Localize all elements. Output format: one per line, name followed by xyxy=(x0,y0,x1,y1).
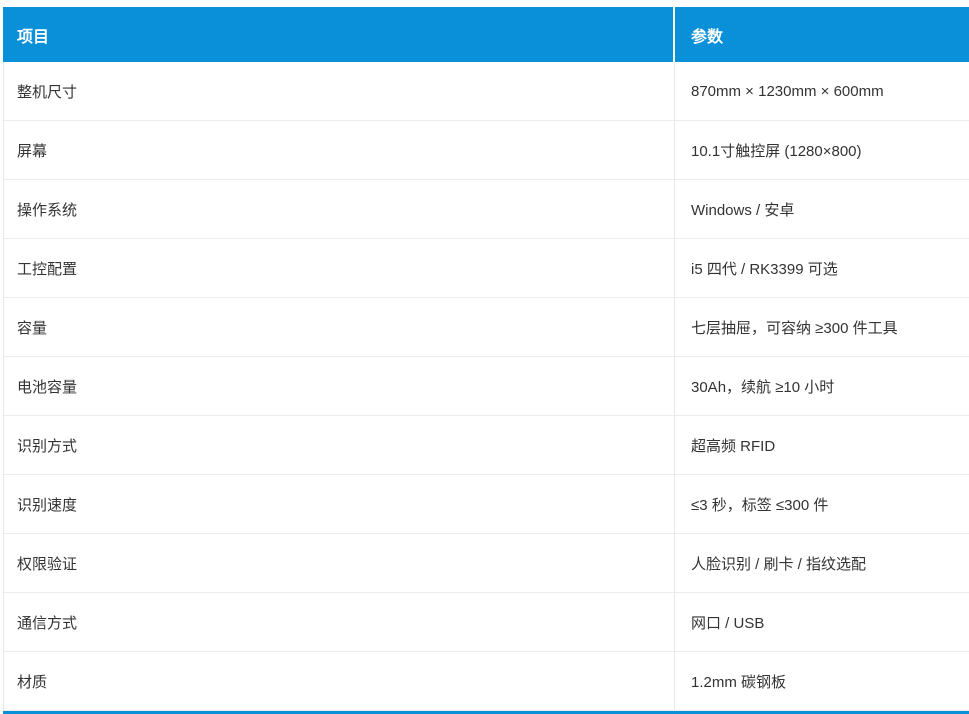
spec-item-label: 权限验证 xyxy=(4,534,675,592)
table-row: 通信方式 网口 / USB xyxy=(4,593,969,652)
spec-item-label: 识别方式 xyxy=(4,416,675,474)
header-cell-item: 项目 xyxy=(3,7,675,62)
table-row: 工控配置 i5 四代 / RK3399 可选 xyxy=(4,239,969,298)
spec-item-label: 材质 xyxy=(4,652,675,710)
table-row: 识别速度 ≤3 秒，标签 ≤300 件 xyxy=(4,475,969,534)
table-row: 材质 1.2mm 碳钢板 xyxy=(4,652,969,711)
spec-param-value: 人脸识别 / 刷卡 / 指纹选配 xyxy=(691,555,867,573)
spec-table: 项目 参数 整机尺寸 870mm × 1230mm × 600mm 屏幕 10.… xyxy=(3,7,969,711)
spec-item-label: 操作系统 xyxy=(4,180,675,238)
spec-param-value: 超高频 RFID xyxy=(691,437,776,455)
spec-item-label: 容量 xyxy=(4,298,675,356)
table-row: 权限验证 人脸识别 / 刷卡 / 指纹选配 xyxy=(4,534,969,593)
table-row: 整机尺寸 870mm × 1230mm × 600mm xyxy=(4,62,969,121)
spec-param-value: 七层抽屉，可容纳 ≥300 件工具 xyxy=(691,319,898,337)
table-row: 识别方式 超高频 RFID xyxy=(4,416,969,475)
table-row: 操作系统 Windows / 安卓 xyxy=(4,180,969,239)
spec-item-label: 屏幕 xyxy=(4,121,675,179)
spec-item-label: 工控配置 xyxy=(4,239,675,297)
table-row: 电池容量 30Ah，续航 ≥10 小时 xyxy=(4,357,969,416)
table-row: 屏幕 10.1寸触控屏 (1280×800) xyxy=(4,121,969,180)
spec-param-value: 10.1寸触控屏 (1280×800) xyxy=(691,142,862,160)
spec-item-label: 电池容量 xyxy=(4,357,675,415)
spec-param-value: 30Ah，续航 ≥10 小时 xyxy=(691,378,835,396)
spec-param-value: 870mm × 1230mm × 600mm xyxy=(691,82,884,100)
spec-param-value: ≤3 秒，标签 ≤300 件 xyxy=(691,496,829,514)
spec-item-label: 识别速度 xyxy=(4,475,675,533)
header-cell-param: 参数 xyxy=(691,28,724,46)
table-header-row: 项目 参数 xyxy=(3,7,969,62)
table-row: 容量 七层抽屉，可容纳 ≥300 件工具 xyxy=(4,298,969,357)
table-body: 整机尺寸 870mm × 1230mm × 600mm 屏幕 10.1寸触控屏 … xyxy=(3,62,969,711)
spec-param-value: 网口 / USB xyxy=(691,614,765,632)
spec-param-value: 1.2mm 碳钢板 xyxy=(691,673,787,691)
spec-param-value: Windows / 安卓 xyxy=(691,201,795,219)
spec-param-value: i5 四代 / RK3399 可选 xyxy=(691,260,838,278)
spec-item-label: 通信方式 xyxy=(4,593,675,651)
spec-item-label: 整机尺寸 xyxy=(4,62,675,120)
